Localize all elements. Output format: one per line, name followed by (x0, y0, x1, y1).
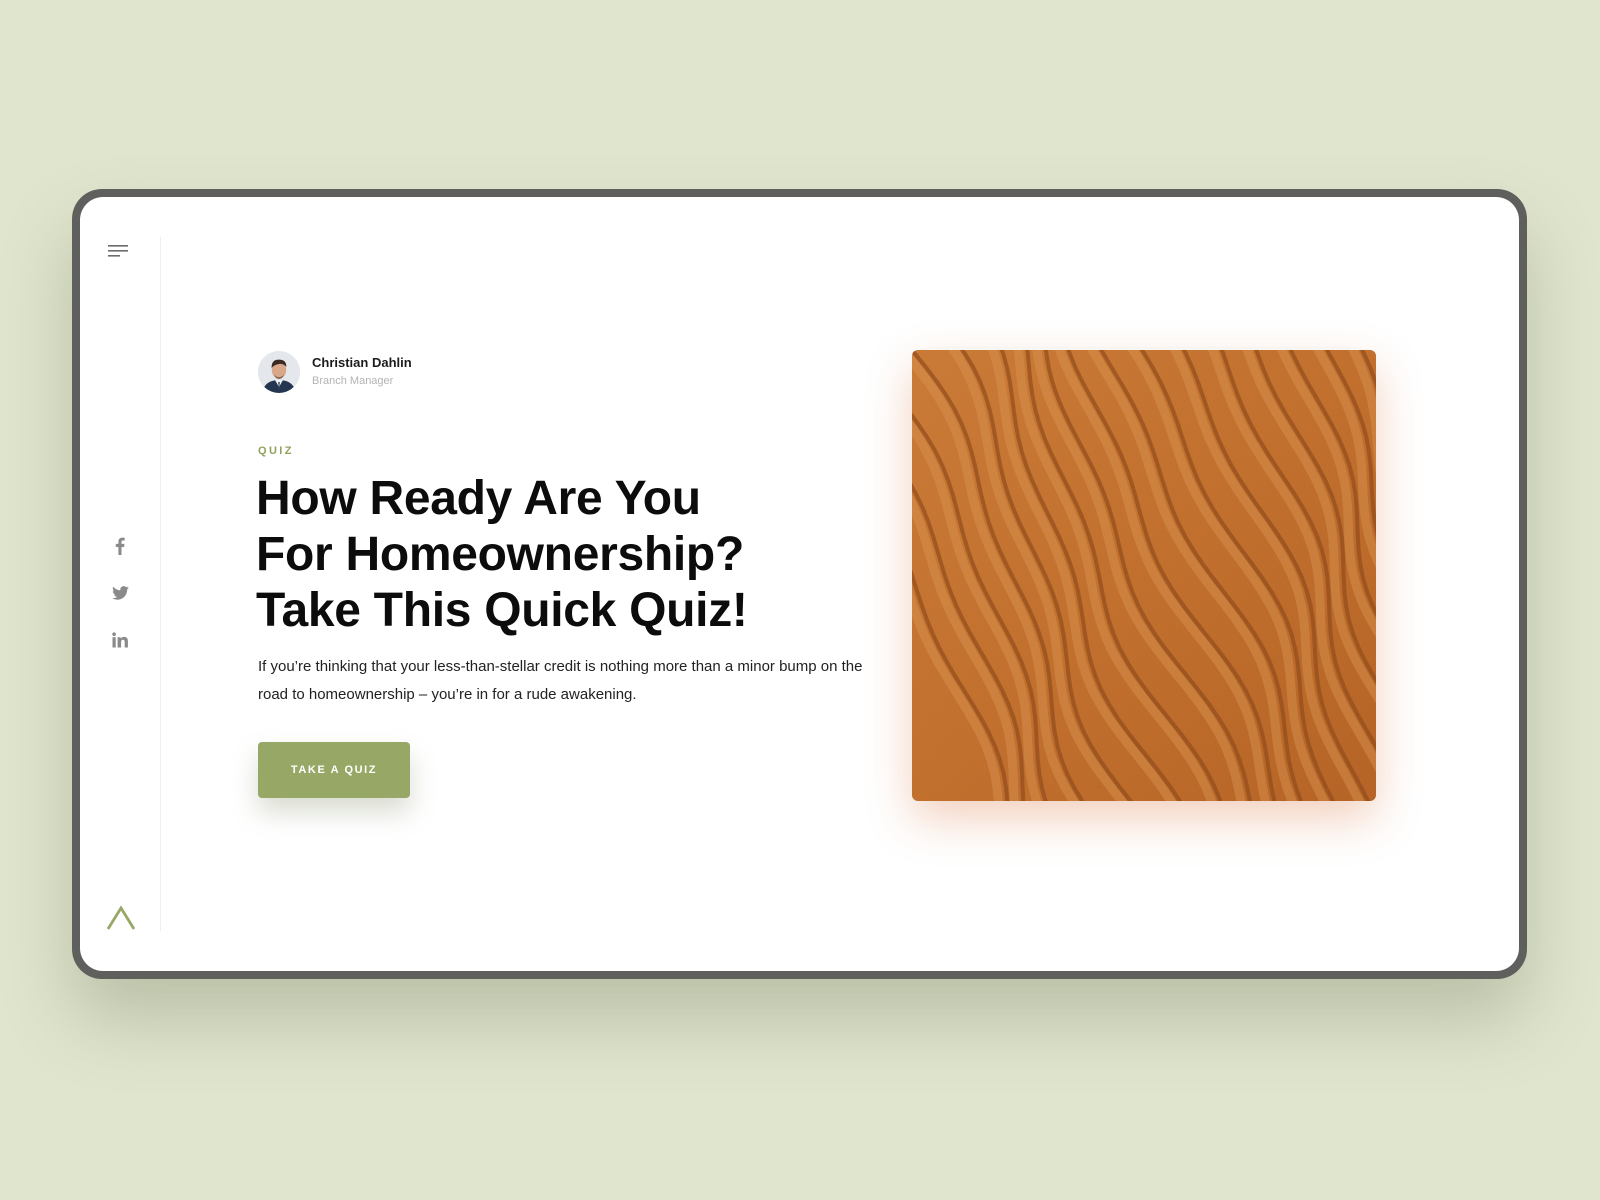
headline-line-2: For Homeownership? (256, 528, 744, 581)
menu-icon[interactable] (108, 242, 130, 258)
linkedin-icon[interactable] (110, 630, 130, 650)
avatar[interactable] (258, 351, 300, 393)
author-role: Branch Manager (312, 375, 394, 387)
facebook-icon[interactable] (110, 536, 130, 556)
author-name[interactable]: Christian Dahlin (312, 354, 412, 371)
sidebar-divider (160, 237, 161, 931)
category-tag: QUIZ (258, 445, 294, 457)
author-block: Christian Dahlin Branch Manager (258, 351, 412, 393)
app-screen: Christian Dahlin Branch Manager QUIZ How… (80, 197, 1519, 971)
twitter-icon[interactable] (110, 583, 130, 603)
caret-up-logo-icon[interactable] (106, 905, 136, 931)
desert-sand-dunes-image (912, 350, 1376, 801)
page-title: How Ready Are You For Homeownership? Tak… (256, 471, 876, 639)
author-info: Christian Dahlin Branch Manager (312, 354, 412, 390)
article-description: If you’re thinking that your less-than-s… (258, 658, 863, 703)
headline-line-3: Take This Quick Quiz! (256, 584, 748, 637)
device-frame: Christian Dahlin Branch Manager QUIZ How… (72, 189, 1527, 979)
headline-line-1: How Ready Are You (256, 472, 701, 525)
take-quiz-button[interactable]: TAKE A QUIZ (258, 742, 410, 798)
